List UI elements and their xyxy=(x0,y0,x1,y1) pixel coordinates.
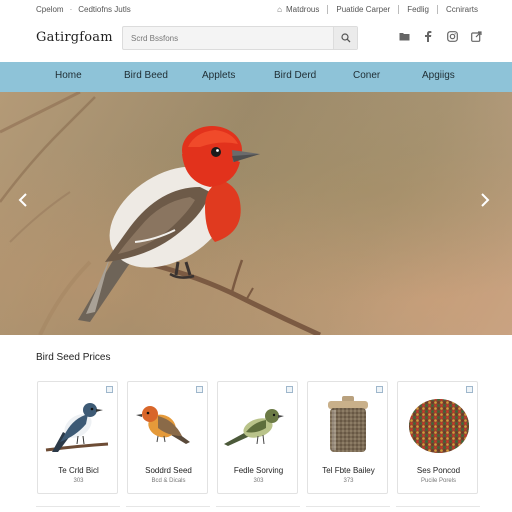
dot-separator: · xyxy=(69,5,73,14)
folder-icon[interactable] xyxy=(398,30,410,42)
product-price: 373 xyxy=(343,478,354,484)
nav-item-bird-beed[interactable]: Bird Beed xyxy=(124,70,168,81)
product-card[interactable]: Soddrd Seed Bcd & Dicals xyxy=(127,381,208,494)
utility-link[interactable]: Ccnirarts xyxy=(446,5,478,14)
divider xyxy=(36,506,120,512)
chevron-right-icon xyxy=(481,193,490,207)
product-card[interactable]: Te Crld Bicl 303 xyxy=(37,381,118,494)
product-card[interactable]: Fedle Sorving 303 xyxy=(217,381,298,494)
nav-item-bird-derd[interactable]: Bird Derd xyxy=(274,70,316,81)
divider xyxy=(436,5,438,14)
product-price: 303 xyxy=(73,478,84,484)
product-price: 303 xyxy=(253,478,264,484)
product-name: Tel Fbte Bailey xyxy=(322,466,375,475)
hero-image xyxy=(0,92,322,335)
utility-right: ⌂ Matdrous Puatide Carper Fedlig Ccnirar… xyxy=(277,5,478,14)
product-image xyxy=(328,396,368,452)
product-grid: Te Crld Bicl 303 Soddrd Seed Bcd & Dical… xyxy=(37,381,479,494)
utility-left: Cpelom · Cedtiofns Jutls xyxy=(36,5,131,14)
divider xyxy=(306,506,390,512)
utility-link-home[interactable]: ⌂ Matdrous xyxy=(277,5,319,14)
section-title: Bird Seed Prices xyxy=(36,352,111,363)
product-image xyxy=(136,406,190,444)
nav-item-applets[interactable]: Applets xyxy=(202,70,235,81)
facebook-icon[interactable] xyxy=(422,30,434,42)
chevron-left-icon xyxy=(18,193,27,207)
product-name: Soddrd Seed xyxy=(145,466,192,475)
product-price: Bcd & Dicals xyxy=(151,478,186,484)
utility-link-label: Matdrous xyxy=(286,5,320,14)
site-logo[interactable]: Gatirgfoam xyxy=(36,30,113,45)
divider xyxy=(396,506,480,512)
search-icon xyxy=(340,33,350,43)
search-bar xyxy=(122,26,358,50)
main-nav: Home Bird Beed Applets Bird Derd Coner A… xyxy=(0,62,512,92)
product-image xyxy=(224,409,284,446)
utility-link[interactable]: Cpelom xyxy=(36,5,64,14)
utility-link[interactable]: Cedtiofns Jutls xyxy=(78,5,130,14)
product-card[interactable]: Ses Poncod Pucile Porels xyxy=(397,381,478,494)
utility-link[interactable]: Fedlig xyxy=(407,5,429,14)
header-icons xyxy=(398,30,482,42)
utility-bar: Cpelom · Cedtiofns Jutls ⌂ Matdrous Puat… xyxy=(0,0,512,20)
next-row-hint xyxy=(36,506,480,512)
divider xyxy=(126,506,210,512)
search-button[interactable] xyxy=(333,27,357,49)
divider xyxy=(398,5,400,14)
product-name: Fedle Sorving xyxy=(233,466,284,475)
product-price: Pucile Porels xyxy=(420,478,456,484)
product-image xyxy=(45,403,109,452)
nav-item-home[interactable]: Home xyxy=(55,70,82,81)
product-card[interactable]: Tel Fbte Bailey 373 xyxy=(307,381,388,494)
hero-carousel xyxy=(0,92,512,335)
utility-link[interactable]: Puatide Carper xyxy=(336,5,390,14)
divider xyxy=(327,5,329,14)
divider xyxy=(216,506,300,512)
instagram-icon[interactable] xyxy=(446,30,458,42)
home-icon: ⌂ xyxy=(277,5,283,14)
search-input[interactable] xyxy=(123,27,333,49)
carousel-next-arrow[interactable] xyxy=(480,192,496,212)
product-name: Te Crld Bicl xyxy=(58,466,99,475)
header: Gatirgfoam xyxy=(0,20,512,62)
carousel-prev-arrow[interactable] xyxy=(18,192,34,212)
nav-item-apgiigs[interactable]: Apgiigs xyxy=(422,70,455,81)
product-image xyxy=(409,399,469,453)
nav-item-coner[interactable]: Coner xyxy=(353,70,380,81)
product-name: Ses Poncod xyxy=(416,466,461,475)
share-icon[interactable] xyxy=(470,30,482,42)
